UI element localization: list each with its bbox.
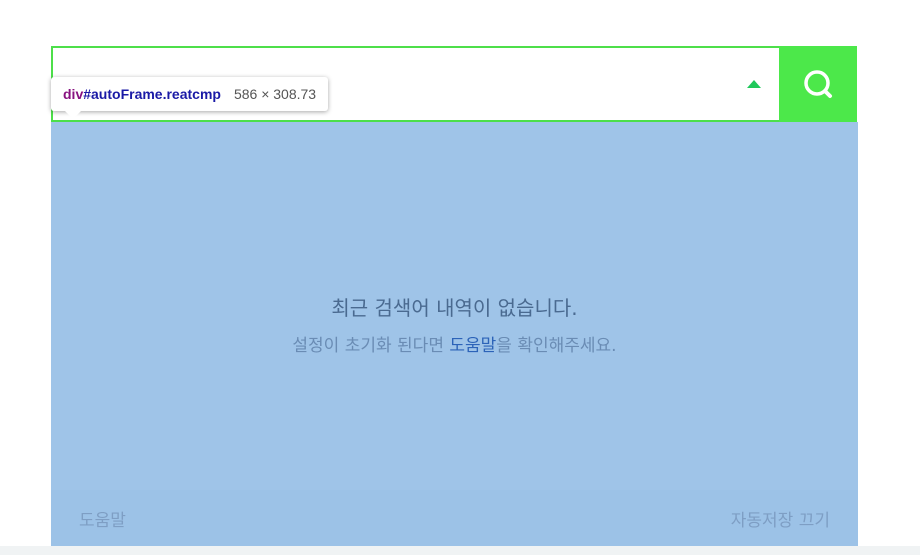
search-icon [804, 70, 832, 98]
arrow-up-icon[interactable] [747, 80, 761, 88]
auto-complete-frame: 최근 검색어 내역이 없습니다. 설정이 초기화 된다면 도움말을 확인해주세요… [51, 122, 858, 546]
empty-sub-after: 을 확인해주세요. [496, 336, 617, 356]
empty-sub-before: 설정이 초기화 된다면 [292, 336, 450, 356]
tooltip-dimensions: 586 × 308.73 [233, 86, 317, 102]
page: div #autoFrame.reatcmp 586 × 308.73 최근 검색… [0, 0, 920, 555]
empty-title: 최근 검색어 내역이 없습니다. [331, 296, 578, 320]
frame-footer: 도움말 자동저장 끄기 [51, 490, 858, 546]
empty-subtitle: 설정이 초기화 된다면 도움말을 확인해주세요. [51, 331, 858, 356]
search-button[interactable] [779, 46, 857, 122]
tooltip-selector: #autoFrame.reatcmp [83, 86, 221, 102]
tooltip-tag: div [63, 86, 84, 102]
footer-help-link[interactable]: 도움말 [79, 506, 126, 531]
bottom-strip [0, 546, 920, 555]
autosave-off-button[interactable]: 자동저장 끄기 [731, 506, 830, 531]
devtools-element-tooltip: div #autoFrame.reatcmp 586 × 308.73 [51, 77, 329, 119]
empty-state: 최근 검색어 내역이 없습니다. 설정이 초기화 된다면 도움말을 확인해주세요… [51, 292, 858, 356]
help-link[interactable]: 도움말 [449, 336, 496, 356]
